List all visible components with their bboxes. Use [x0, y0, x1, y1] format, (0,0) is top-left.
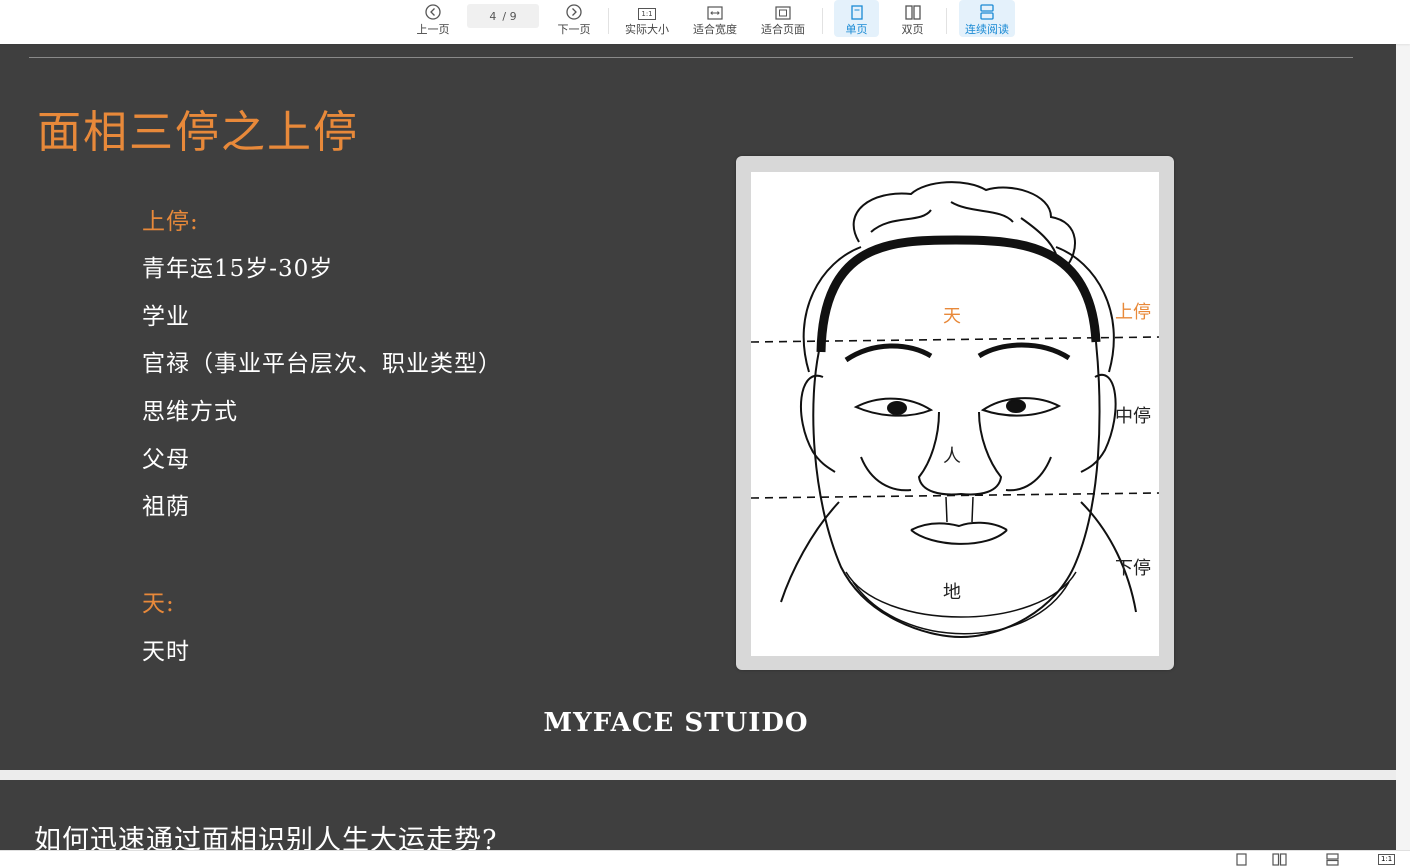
page-total: / 9	[502, 9, 517, 23]
actual-size-icon[interactable]: 1:1	[1378, 852, 1396, 866]
fit-width-button[interactable]: 适合宽度	[688, 0, 742, 40]
continuous-read-icon[interactable]	[1326, 852, 1339, 866]
single-page-button[interactable]: 单页	[834, 0, 879, 37]
toolbar-divider	[608, 8, 609, 34]
chevron-right-icon	[566, 0, 582, 20]
list-item: 官禄（事业平台层次、职业类型）	[142, 351, 502, 377]
continuous-read-icon	[980, 0, 994, 20]
vertical-scrollbar[interactable]	[1396, 44, 1410, 850]
section-heading-upper: 上停:	[142, 209, 199, 235]
fit-width-label: 适合宽度	[693, 23, 737, 36]
slide-page-5: 如何迅速通过面相识别人生大运走势?	[0, 780, 1396, 856]
slide-page-4: 面相三停之上停 上停: 青年运15岁-30岁 学业 官禄（事业平台层次、职业类型…	[0, 44, 1396, 770]
viewer-toolbar: 上一页 4 / 9 下一页 1:1 实际大小 适合宽度 适合页面 单页 双页 连…	[0, 0, 1410, 44]
double-page-button[interactable]: 双页	[890, 0, 935, 40]
toolbar-divider	[946, 8, 947, 34]
face-diagram-frame: 天 人 地 上停 中停 下停	[736, 156, 1174, 670]
slide-footer: MYFACE STUIDO	[543, 708, 809, 738]
double-page-label: 双页	[901, 23, 924, 36]
list-item: 学业	[142, 304, 190, 330]
section-heading-tian: 天:	[142, 591, 175, 617]
list-item: 父母	[142, 447, 190, 473]
page-number-input[interactable]: 4	[489, 10, 496, 23]
status-bar: 1:1	[0, 850, 1410, 867]
face-label-di: 地	[943, 582, 961, 603]
list-item: 思维方式	[142, 399, 238, 425]
fit-page-button[interactable]: 适合页面	[756, 0, 810, 40]
face-label-middle: 中停	[1115, 406, 1151, 427]
continuous-read-label: 连续阅读	[965, 23, 1009, 36]
face-label-lower: 下停	[1115, 558, 1151, 579]
double-page-icon	[904, 0, 921, 20]
fit-page-label: 适合页面	[761, 23, 805, 36]
face-diagram: 天 人 地 上停 中停 下停	[751, 172, 1159, 656]
actual-size-button[interactable]: 1:1 实际大小	[620, 0, 674, 40]
slide-title: 面相三停之上停	[37, 107, 359, 158]
continuous-read-button[interactable]: 连续阅读	[959, 0, 1015, 37]
fit-width-icon	[707, 0, 723, 20]
face-label-upper: 上停	[1115, 302, 1151, 323]
list-item: 青年运15岁-30岁	[142, 256, 334, 282]
title-divider	[29, 57, 1353, 58]
list-item: 祖荫	[142, 494, 190, 520]
next-page-label: 下一页	[557, 23, 591, 36]
double-page-icon[interactable]	[1272, 852, 1287, 866]
face-label-tian: 天	[943, 306, 961, 327]
single-page-label: 单页	[845, 23, 868, 36]
single-page-icon[interactable]	[1236, 852, 1247, 866]
actual-size-icon-text: 1:1	[638, 8, 656, 20]
actual-size-label: 实际大小	[625, 23, 669, 36]
chevron-left-icon	[425, 0, 441, 20]
actual-size-icon: 1:1	[638, 0, 656, 20]
face-label-ren: 人	[943, 446, 961, 467]
next-page-button[interactable]: 下一页	[551, 0, 597, 40]
prev-page-label: 上一页	[416, 23, 450, 36]
list-item: 天时	[142, 639, 190, 665]
single-page-icon	[850, 0, 863, 20]
actual-size-icon-text: 1:1	[1378, 853, 1396, 865]
fit-page-icon	[775, 0, 791, 20]
prev-page-button[interactable]: 上一页	[410, 0, 456, 40]
toolbar-divider	[822, 8, 823, 34]
page-indicator: 4 / 9	[467, 4, 539, 28]
